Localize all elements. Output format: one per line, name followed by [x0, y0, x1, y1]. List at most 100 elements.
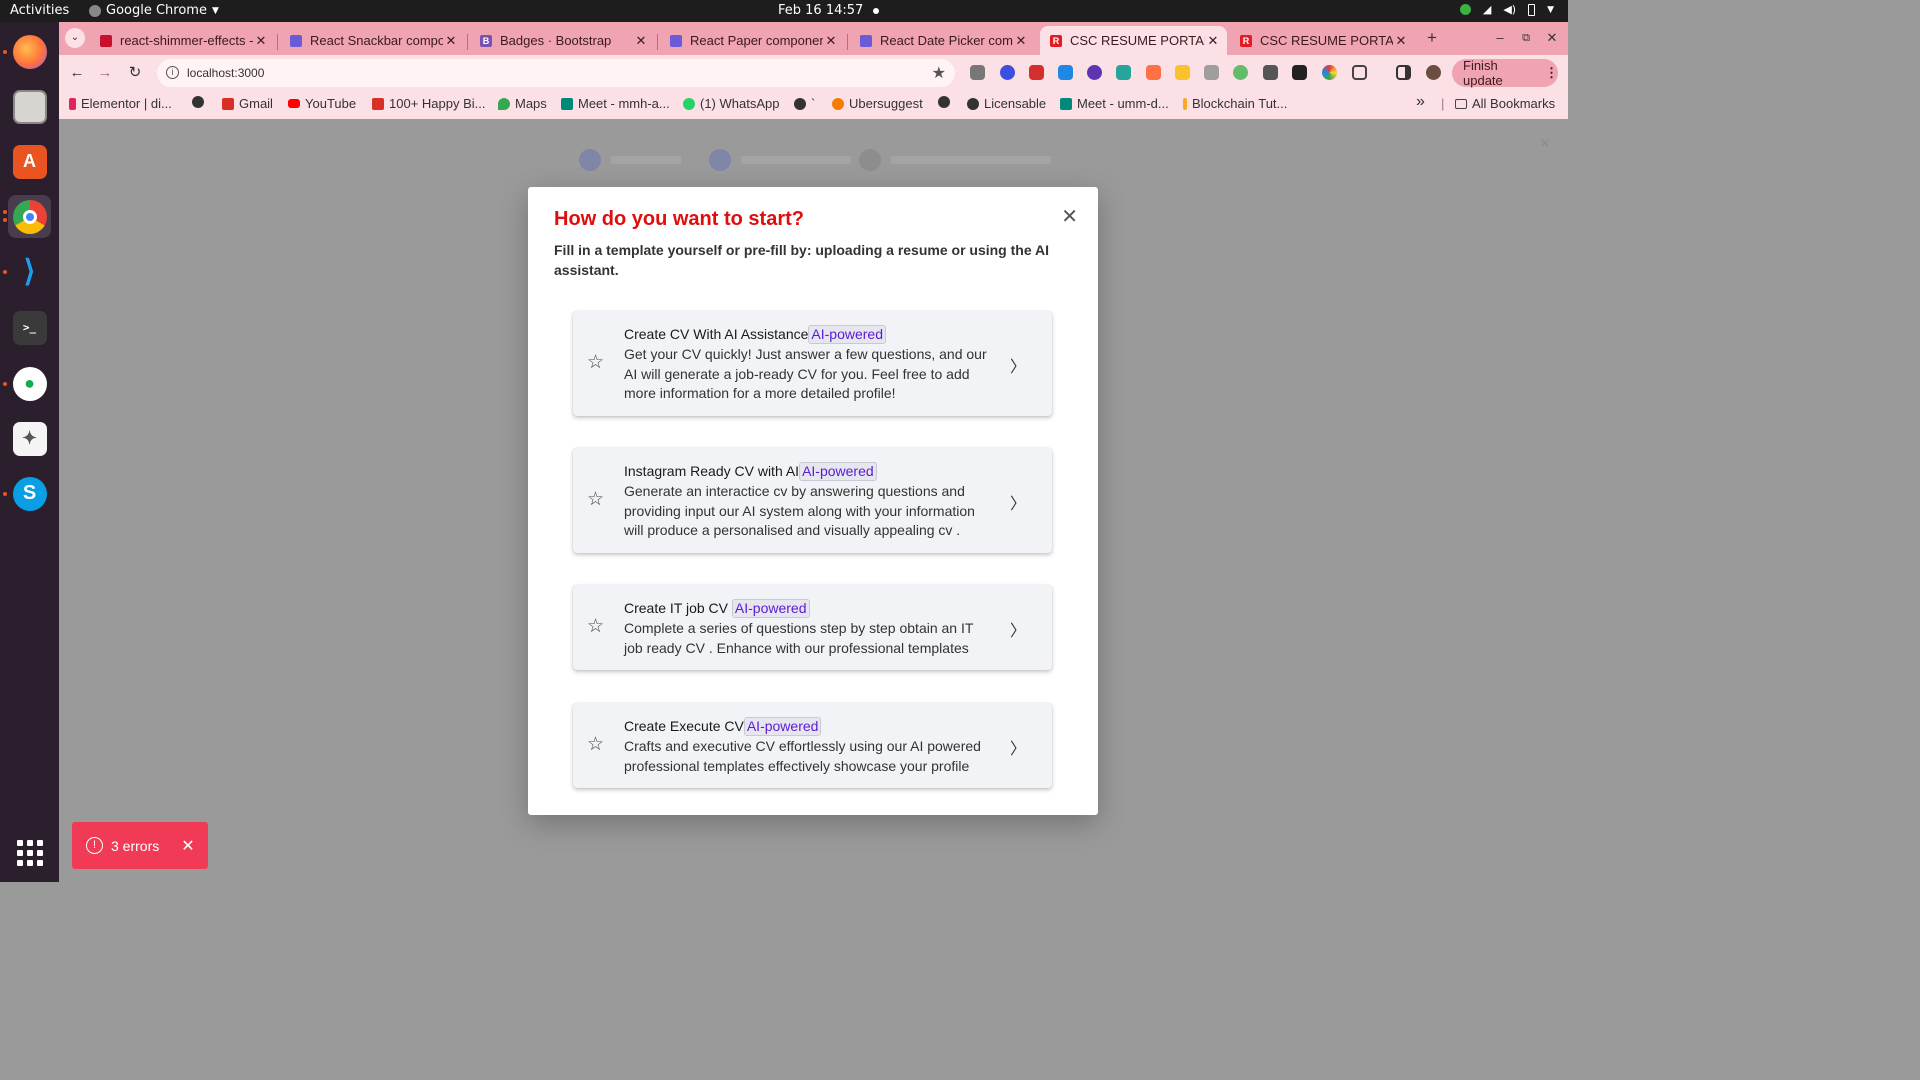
chevron-right-icon: 〉 — [1009, 741, 1026, 758]
extension-icon[interactable] — [1204, 65, 1219, 80]
close-icon[interactable]: ✕ — [823, 33, 839, 49]
folder-icon — [1455, 98, 1467, 109]
dock-terminal[interactable]: >_ — [8, 306, 51, 349]
finish-update-label: Finish update — [1463, 58, 1503, 88]
tab-csc-resume-portal[interactable]: R CSC RESUME PORTAL ✕ — [1230, 26, 1415, 55]
reload-icon[interactable]: ↻ — [125, 63, 145, 83]
option-card-ai-assistance[interactable]: ☆ Create CV With AI Assistance AI-powered… — [573, 311, 1052, 416]
system-tray[interactable]: ◢ ◀) ▼ — [1459, 3, 1554, 16]
pdf-extension-icon[interactable] — [1029, 65, 1044, 80]
show-apps-icon[interactable] — [17, 840, 43, 866]
tab-separator — [277, 34, 278, 50]
close-icon[interactable]: ✕ — [181, 836, 194, 856]
option-card-it-job[interactable]: ☆ Create IT job CV AI-powered Complete a… — [573, 585, 1052, 670]
whatsapp-icon — [683, 97, 695, 110]
bookmark-youtube[interactable]: YouTube — [288, 96, 356, 111]
close-icon[interactable]: ✕ — [443, 33, 459, 49]
restore-window-icon[interactable]: ⧉ — [1516, 28, 1536, 48]
site-info-icon[interactable]: i — [166, 66, 179, 79]
extension-icon[interactable] — [1322, 65, 1337, 80]
tab-react-snackbar[interactable]: React Snackbar compon ✕ — [280, 26, 465, 55]
step-indicator-icon — [859, 149, 881, 171]
bookmark-whatsapp[interactable]: (1) WhatsApp — [683, 96, 779, 111]
address-bar[interactable]: i localhost:3000 ★ — [157, 59, 955, 87]
option-card-executive[interactable]: ☆ Create Execute CV AI-powered Crafts and… — [573, 703, 1052, 788]
clock[interactable]: Feb 16 14:57 — [778, 3, 880, 18]
app-menu[interactable]: Google Chrome ▼ — [89, 3, 219, 18]
bookmark-elementor[interactable]: Elementor | di... — [69, 96, 172, 111]
tab-title: CSC RESUME PORTAL — [1260, 33, 1393, 48]
option-title-text: Instagram Ready CV with AI — [624, 463, 800, 479]
dock-postman[interactable]: ✦ — [8, 417, 51, 460]
activities-button[interactable]: Activities — [10, 3, 69, 18]
extension-icon[interactable] — [1175, 65, 1190, 80]
bookmarks-divider: | — [1441, 96, 1445, 111]
tab-favicon-icon — [670, 34, 682, 47]
close-window-icon[interactable]: ✕ — [1542, 28, 1562, 48]
new-tab-button[interactable]: + — [1422, 28, 1442, 48]
profile-avatar-icon[interactable] — [1426, 65, 1441, 80]
all-bookmarks-button[interactable]: All Bookmarks — [1455, 96, 1555, 111]
close-icon[interactable]: ✕ — [1061, 204, 1078, 229]
dock-mongodb-compass[interactable]: ● — [8, 362, 51, 405]
extension-icon[interactable] — [1146, 65, 1161, 80]
tab-react-date-picker[interactable]: React Date Picker comp ✕ — [850, 26, 1035, 55]
dock-skype[interactable]: S — [8, 472, 51, 515]
tab-react-paper[interactable]: React Paper componen ✕ — [660, 26, 845, 55]
extension-icon[interactable] — [1263, 65, 1278, 80]
forward-arrow-icon[interactable]: → — [95, 63, 115, 83]
bookmark-globe[interactable] — [192, 96, 204, 108]
back-arrow-icon[interactable]: ← — [67, 63, 87, 83]
tab-separator — [467, 34, 468, 50]
dock-chrome[interactable] — [8, 195, 51, 238]
extension-icon[interactable] — [1087, 65, 1102, 80]
tab-badges-bootstrap[interactable]: B Badges · Bootstrap ✕ — [470, 26, 655, 55]
tab-favicon-icon: R — [1240, 34, 1252, 47]
dock-files[interactable] — [8, 85, 51, 128]
close-icon[interactable]: ✕ — [253, 33, 269, 49]
bookmark-ubersuggest[interactable]: Ubersuggest — [832, 96, 923, 111]
tab-search-chevron-icon[interactable]: ⌄ — [65, 28, 85, 48]
bookmark-happy-birthday[interactable]: 100+ Happy Bi... — [372, 96, 485, 111]
bookmark-label: Gmail — [239, 96, 273, 111]
globe-icon — [192, 96, 204, 108]
dock-vscode[interactable]: ⟩ — [8, 250, 51, 293]
extension-icon[interactable] — [1233, 65, 1248, 80]
bookmark-star-icon[interactable]: ★ — [932, 63, 946, 83]
google-meet-icon — [1060, 97, 1072, 110]
side-panel-icon[interactable] — [1396, 65, 1411, 80]
tab-react-shimmer[interactable]: react-shimmer-effects - ✕ — [90, 26, 275, 55]
extension-icon[interactable] — [1292, 65, 1307, 80]
caret-down-icon: ▼ — [211, 5, 219, 16]
minimize-window-icon[interactable]: – — [1490, 28, 1510, 48]
screenshot-extension-icon[interactable] — [970, 65, 985, 80]
bookmark-gmail[interactable]: Gmail — [222, 96, 273, 111]
page-close-icon[interactable]: ✕ — [1539, 135, 1551, 152]
dock-app-center[interactable]: A — [8, 140, 51, 183]
extension-icon[interactable] — [1116, 65, 1131, 80]
close-icon[interactable]: ✕ — [633, 33, 649, 49]
extension-icon[interactable] — [1058, 65, 1073, 80]
tab-csc-resume-portal-active[interactable]: R CSC RESUME PORTAL ✕ — [1040, 26, 1227, 55]
bookmark-meet-mmh[interactable]: Meet - mmh-a... — [561, 96, 670, 111]
error-toast[interactable]: ! 3 errors ✕ — [72, 822, 208, 869]
stepper-step-1 — [579, 149, 681, 171]
bookmark-globe-2[interactable] — [938, 96, 950, 108]
bookmark-blockchain[interactable]: Blockchain Tut... — [1183, 96, 1287, 111]
close-icon[interactable]: ✕ — [1013, 33, 1029, 49]
more-bookmarks-chevron-icon[interactable]: » — [1416, 93, 1425, 111]
bookmark-backtick[interactable]: ` — [794, 96, 815, 111]
bookmark-maps[interactable]: Maps — [498, 96, 547, 111]
close-icon[interactable]: ✕ — [1393, 33, 1409, 49]
option-card-instagram-ready[interactable]: ☆ Instagram Ready CV with AI AI-powered G… — [573, 448, 1052, 553]
close-icon[interactable]: ✕ — [1205, 33, 1221, 49]
dock-firefox[interactable] — [8, 30, 51, 73]
bookmark-licensable[interactable]: Licensable — [967, 96, 1046, 111]
url-text[interactable]: localhost:3000 — [187, 66, 264, 80]
extensions-puzzle-icon[interactable] — [1352, 65, 1367, 80]
clock-label: Feb 16 14:57 — [778, 3, 864, 18]
extension-icon[interactable] — [1000, 65, 1015, 80]
chrome-icon — [12, 199, 47, 234]
finish-update-button[interactable]: Finish update ⋮ — [1452, 58, 1558, 88]
bookmark-meet-umm[interactable]: Meet - umm-d... — [1060, 96, 1169, 111]
